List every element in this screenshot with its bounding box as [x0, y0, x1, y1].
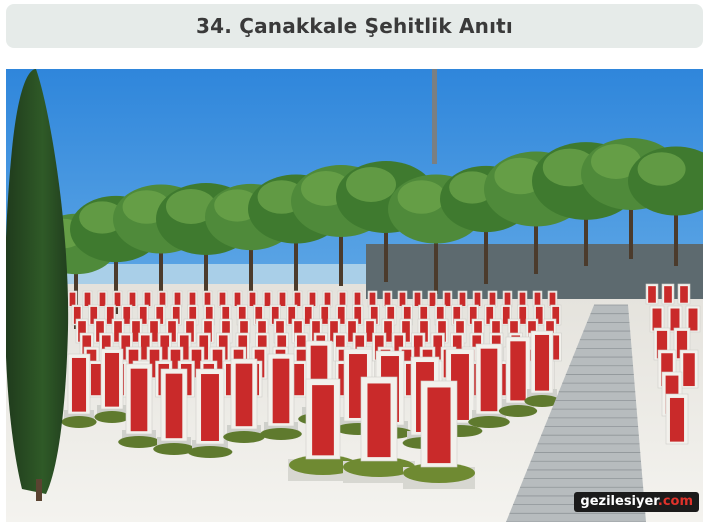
title-bar: 34. Çanakkale Şehitlik Anıtı	[6, 4, 703, 48]
memorial-photo: gezilesiyer.com	[6, 69, 703, 522]
watermark-logo: gezilesiyer.com	[574, 492, 699, 512]
page-title: 34. Çanakkale Şehitlik Anıtı	[196, 14, 513, 38]
cemetery-scene-image	[6, 69, 703, 522]
